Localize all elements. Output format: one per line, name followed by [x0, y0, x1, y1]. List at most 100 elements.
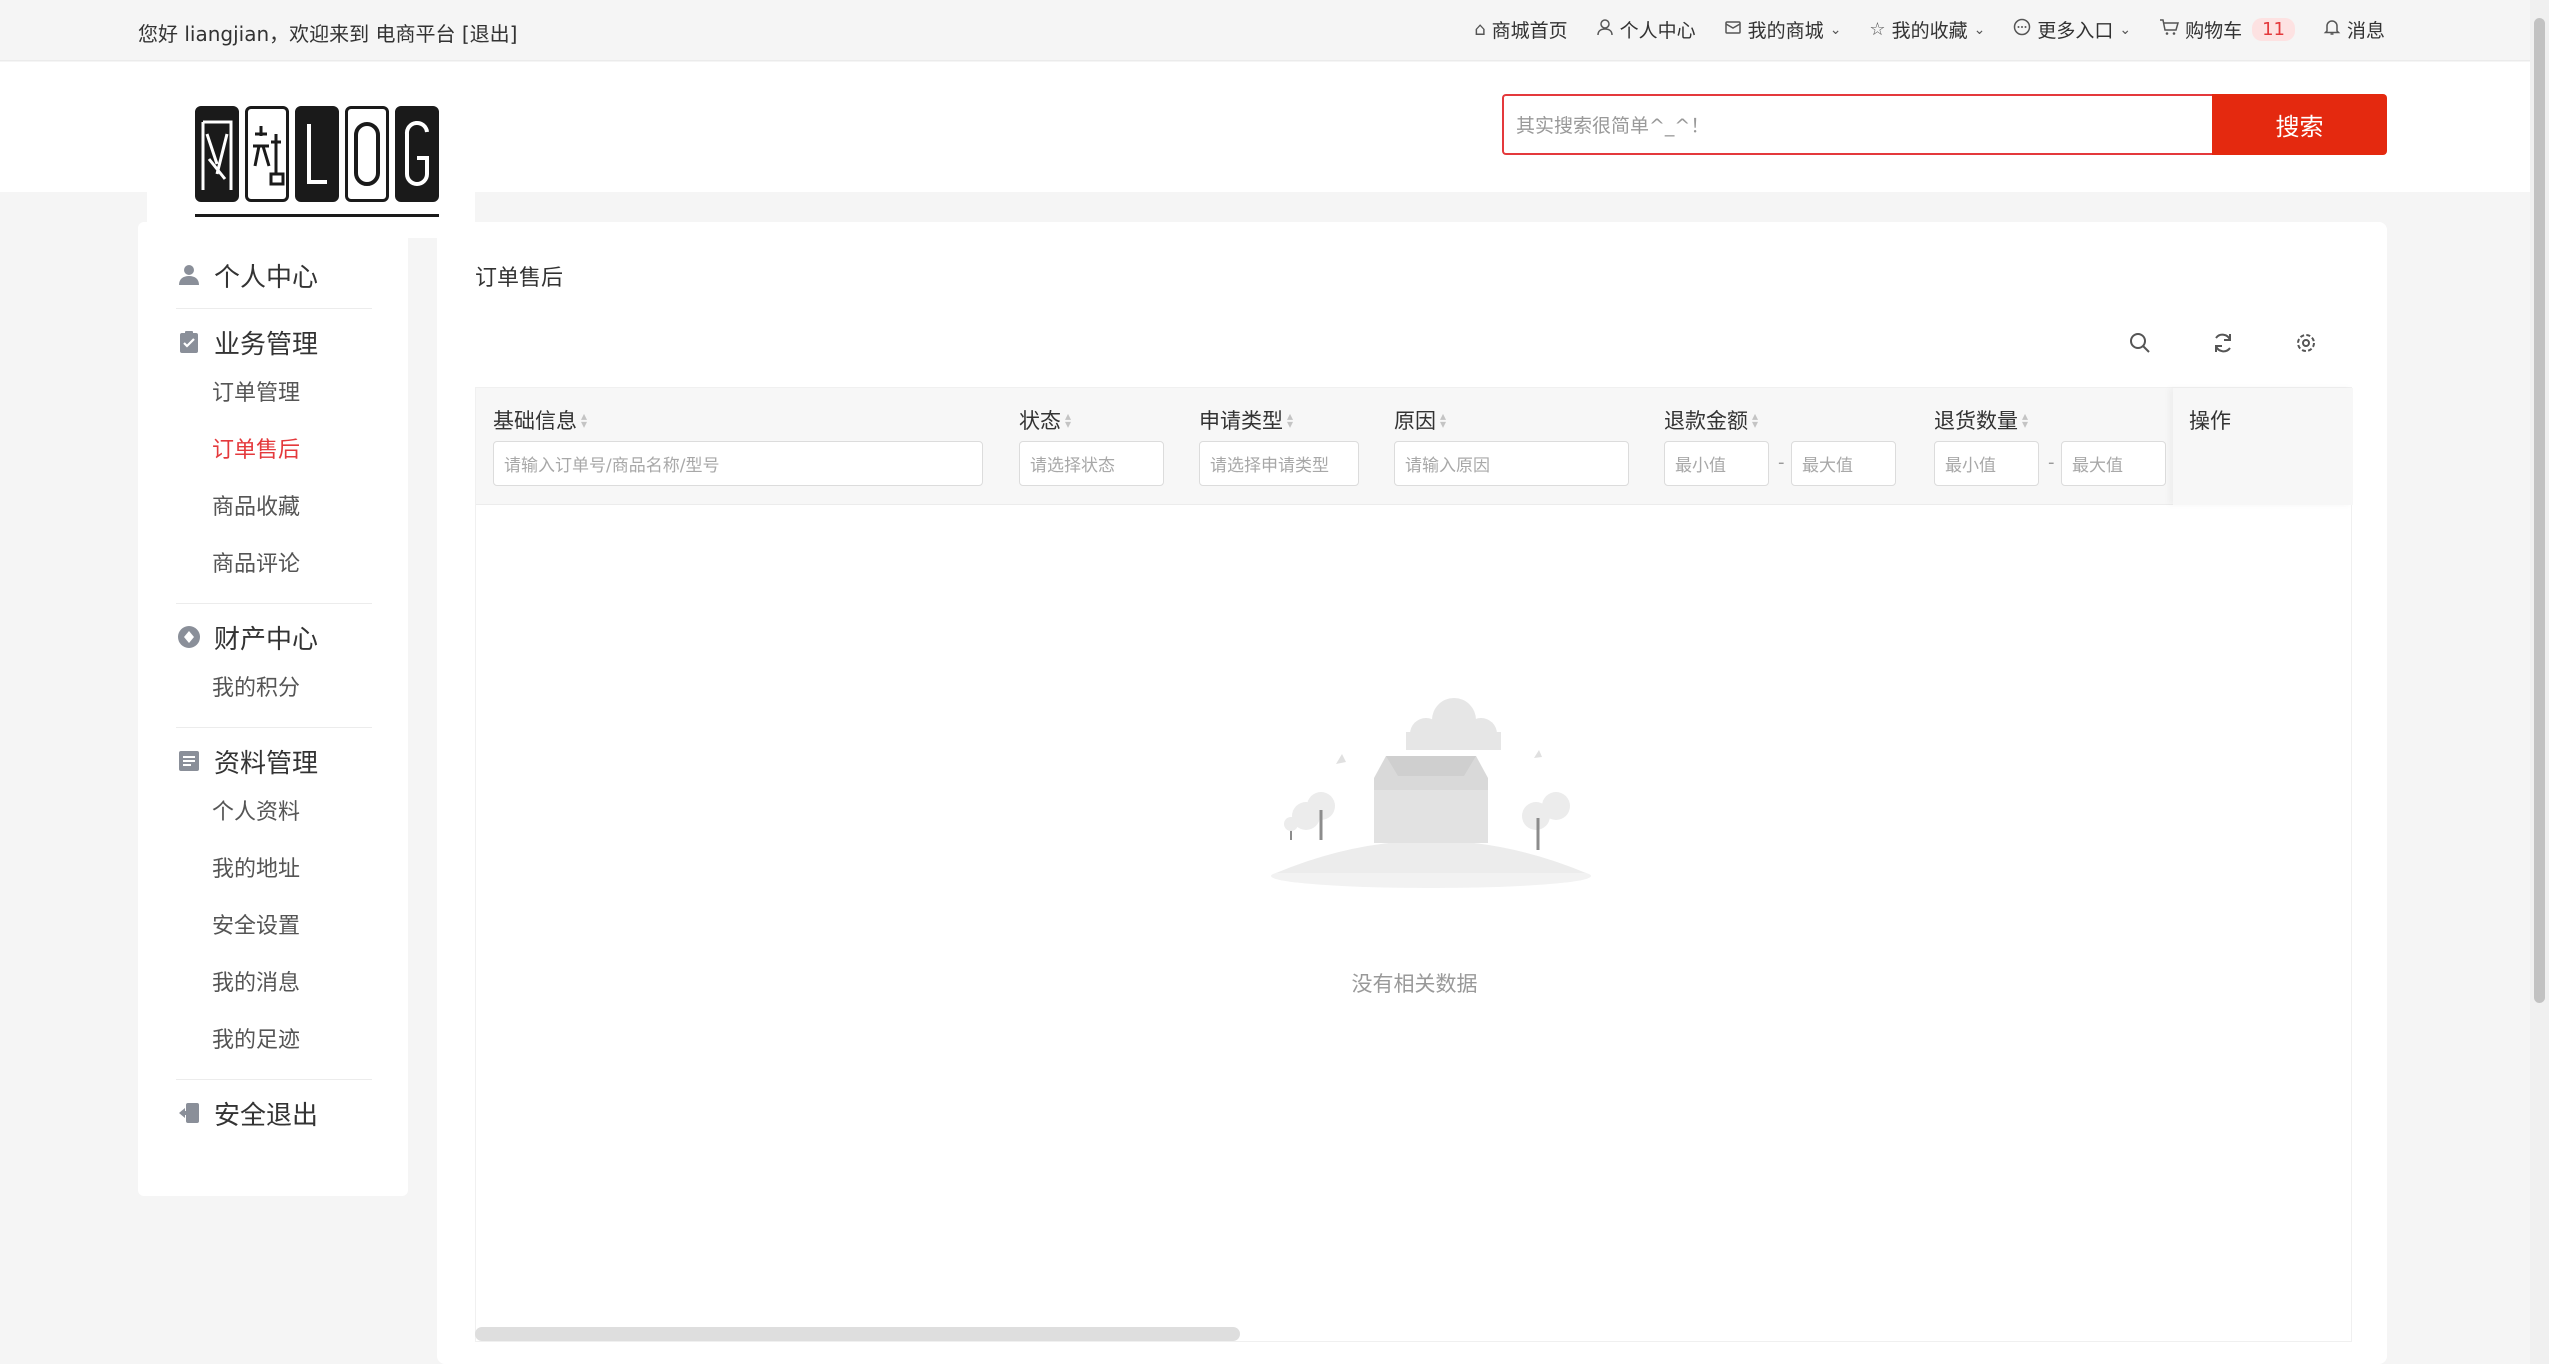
nav-more-label: 更多入口: [2037, 20, 2114, 42]
main-panel: 订单售后 基础信息 ▴ ▾ 请输入订单号/商品名称/型号 状态 ▴ ▾ 请选择状态 申请…: [437, 222, 2387, 1364]
nav-my-shop[interactable]: 我的商城 ⌄: [1724, 16, 1842, 43]
column-label: 退款金额: [1664, 409, 1748, 433]
logo-underline: [195, 214, 439, 217]
nav-cart-label: 购物车: [2185, 20, 2243, 42]
nav-home[interactable]: ⌂ 商城首页: [1474, 16, 1567, 43]
chevron-down-icon: ⌄: [1973, 21, 1986, 38]
apply-type-filter-select[interactable]: 请选择申请类型: [1199, 441, 1359, 486]
nav-messages-label: 消息: [2346, 20, 2385, 42]
column-reason: 原因 ▴ ▾ 请输入原因: [1394, 388, 1629, 505]
column-header[interactable]: 退款金额 ▴ ▾: [1664, 405, 1758, 435]
column-label: 操作: [2189, 409, 2231, 433]
sort-icon: ▴ ▾: [1440, 409, 1447, 431]
table-header: 基础信息 ▴ ▾ 请输入订单号/商品名称/型号 状态 ▴ ▾ 请选择状态 申请类型 ▴ ▾ …: [476, 388, 2353, 505]
empty-state-text: 没有相关数据: [1351, 972, 1478, 996]
greeting-text: 您好 liangjian，欢迎来到 电商平台 [退出]: [138, 22, 518, 46]
sidebar: 个人中心 业务管理 订单管理 订单售后 商品收藏 商品评论 财产中心 我的积分: [138, 222, 408, 1196]
column-label: 申请类型: [1199, 409, 1283, 433]
column-label: 状态: [1019, 409, 1061, 433]
range-separator: -: [2048, 452, 2055, 473]
search-button[interactable]: 搜索: [2212, 94, 2387, 155]
logo-glyph: [245, 106, 289, 202]
aftersales-table: 基础信息 ▴ ▾ 请输入订单号/商品名称/型号 状态 ▴ ▾ 请选择状态 申请类型 ▴ ▾ …: [475, 387, 2353, 1342]
chevron-down-icon: ⌄: [2119, 21, 2132, 38]
nav-favorites[interactable]: ☆ 我的收藏 ⌄: [1869, 16, 1985, 43]
page-title: 订单售后: [475, 266, 564, 291]
column-operations: 操作: [2173, 388, 2353, 505]
divider: [176, 308, 372, 309]
column-return-quantity: 退货数量 ▴ ▾ 最小值 - 最大值: [1934, 388, 2169, 505]
column-label: 退货数量: [1934, 409, 2018, 433]
nav-cart[interactable]: 购物车 11: [2159, 16, 2295, 43]
profile-icon: [176, 748, 202, 774]
logo-glyph: [295, 106, 339, 202]
sidebar-section-label: 资料管理: [214, 748, 319, 779]
divider: [176, 1079, 372, 1080]
sort-icon: ▴ ▾: [1065, 409, 1072, 431]
return-quantity-min-input[interactable]: 最小值: [1934, 441, 2039, 486]
home-icon: ⌂: [1474, 19, 1486, 40]
sidebar-section-label: 财产中心: [214, 624, 319, 655]
logo-glyph: [395, 106, 439, 202]
column-header[interactable]: 退货数量 ▴ ▾: [1934, 405, 2028, 435]
return-quantity-max-input[interactable]: 最大值: [2061, 441, 2166, 486]
search-input[interactable]: 其实搜索很简单^_^！: [1502, 94, 2212, 155]
refund-amount-max-input[interactable]: 最大值: [1791, 441, 1896, 486]
column-apply-type: 申请类型 ▴ ▾ 请选择申请类型: [1199, 388, 1359, 505]
sort-icon: ▴ ▾: [1752, 409, 1759, 431]
nav-favorites-label: 我的收藏: [1891, 20, 1968, 42]
nav-home-label: 商城首页: [1491, 20, 1568, 42]
column-header[interactable]: 原因 ▴ ▾: [1394, 405, 1446, 435]
column-basic-info: 基础信息 ▴ ▾ 请输入订单号/商品名称/型号: [493, 388, 983, 505]
sidebar-section-label: 个人中心: [214, 262, 319, 293]
sidebar-section-label: 业务管理: [214, 329, 319, 360]
column-label: 基础信息: [493, 409, 577, 433]
more-icon: [2013, 18, 2031, 41]
refund-amount-min-input[interactable]: 最小值: [1664, 441, 1769, 486]
cart-count-badge: 11: [2252, 18, 2295, 41]
logo-glyph: [195, 106, 239, 202]
cart-icon: [2159, 18, 2180, 41]
sort-icon: ▴ ▾: [2022, 409, 2029, 431]
nav-messages[interactable]: 消息: [2323, 16, 2385, 43]
basic-info-filter-input[interactable]: 请输入订单号/商品名称/型号: [493, 441, 983, 486]
status-filter-select[interactable]: 请选择状态: [1019, 441, 1164, 486]
search-bar: 其实搜索很简单^_^！ 搜索: [1502, 94, 2387, 155]
search-icon[interactable]: [2125, 328, 2155, 358]
wallet-icon: [176, 624, 202, 650]
divider: [176, 603, 372, 604]
column-refund-amount: 退款金额 ▴ ▾ 最小值 - 最大值: [1664, 388, 1899, 505]
column-label: 原因: [1394, 409, 1436, 433]
range-separator: -: [1778, 452, 1785, 473]
vertical-scrollbar[interactable]: [2534, 18, 2545, 1003]
settings-icon[interactable]: [2291, 328, 2321, 358]
nav-user-center-label: 个人中心: [1619, 20, 1696, 42]
empty-illustration: [1266, 698, 1596, 888]
top-nav: ⌂ 商城首页 个人中心 我的商城 ⌄ ☆ 我的收藏 ⌄ 更多入口 ⌄ 购物车 1…: [1474, 16, 2385, 43]
logout-icon: [176, 1100, 202, 1126]
logo-mark: [195, 106, 439, 206]
nav-my-shop-label: 我的商城: [1747, 20, 1824, 42]
column-header[interactable]: 申请类型 ▴ ▾: [1199, 405, 1293, 435]
column-status: 状态 ▴ ▾ 请选择状态: [1019, 388, 1164, 505]
horizontal-scrollbar[interactable]: [475, 1327, 1240, 1341]
shop-icon: [1724, 18, 1742, 41]
nav-user-center[interactable]: 个人中心: [1596, 16, 1696, 43]
chevron-down-icon: ⌄: [1829, 21, 1842, 38]
reason-filter-input[interactable]: 请输入原因: [1394, 441, 1629, 486]
user-icon: [176, 262, 202, 288]
star-icon: ☆: [1869, 19, 1886, 40]
refresh-icon[interactable]: [2208, 328, 2238, 358]
logo-glyph: [345, 106, 389, 202]
divider: [176, 727, 372, 728]
top-bar: 您好 liangjian，欢迎来到 电商平台 [退出] ⌂ 商城首页 个人中心 …: [0, 0, 2530, 61]
sort-icon: ▴ ▾: [1287, 409, 1294, 431]
nav-more[interactable]: 更多入口 ⌄: [2013, 16, 2131, 43]
logout-label: 安全退出: [214, 1100, 319, 1131]
user-icon: [1596, 18, 1614, 41]
column-header[interactable]: 基础信息 ▴ ▾: [493, 405, 587, 435]
sort-icon: ▴ ▾: [581, 409, 588, 431]
clipboard-icon: [176, 329, 202, 355]
column-header[interactable]: 状态 ▴ ▾: [1019, 405, 1071, 435]
bell-icon: [2323, 18, 2341, 41]
